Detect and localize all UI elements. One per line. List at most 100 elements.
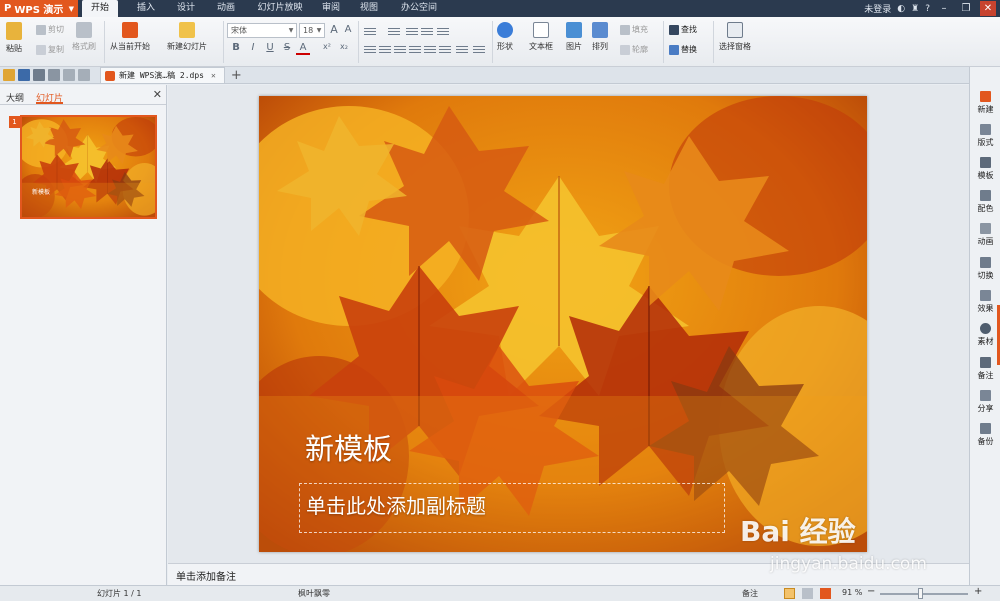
text-direction-icon[interactable] (439, 44, 451, 54)
new-tab-button[interactable]: + (231, 68, 242, 83)
sorter-view-icon[interactable] (802, 588, 813, 599)
preview-icon[interactable] (48, 69, 60, 81)
notes-toggle[interactable]: 备注 (742, 588, 758, 599)
subtitle-placeholder[interactable]: 单击此处添加副标题 (299, 483, 725, 533)
close-tab-icon[interactable]: ✕ (211, 71, 216, 80)
slideshow-view-icon[interactable] (820, 588, 831, 599)
play-from-current-button[interactable]: 从当前开始 (110, 22, 150, 52)
sidebar-item-notes[interactable]: 备注 (970, 357, 1000, 381)
superscript-icon[interactable]: x² (320, 42, 334, 51)
fill-button[interactable]: 填充 (620, 24, 648, 35)
tab-outline[interactable]: 大纲 (6, 91, 24, 104)
italic-button[interactable]: I (246, 42, 260, 53)
find-button[interactable]: 查找 (669, 24, 697, 35)
sidebar-item-animation[interactable]: 动画 (970, 223, 1000, 247)
copy-button[interactable]: 复制 (36, 44, 64, 55)
bullets-icon[interactable] (364, 26, 376, 36)
vertical-align-icon[interactable] (473, 44, 485, 54)
help-button[interactable]: ? (925, 4, 930, 14)
save-icon[interactable] (18, 69, 30, 81)
indent-decrease-icon[interactable] (406, 26, 418, 36)
zoom-slider-thumb[interactable] (918, 588, 923, 599)
tab-view[interactable]: 视图 (350, 0, 388, 17)
sidebar-label-new: 新建 (977, 105, 994, 114)
font-name-select[interactable]: 宋体 ▼ (227, 23, 297, 38)
sidebar-label-template: 模板 (977, 171, 994, 180)
format-painter-button[interactable]: 格式刷 (72, 22, 96, 52)
tab-design[interactable]: 设计 (166, 0, 206, 17)
line-spacing-icon[interactable] (437, 26, 449, 36)
textbox-button[interactable]: 文本框 (529, 22, 553, 52)
columns-icon[interactable] (456, 44, 468, 54)
tab-slideshow[interactable]: 幻灯片放映 (250, 0, 310, 17)
sidebar-item-materials[interactable]: 素材 (970, 323, 1000, 347)
justify-icon[interactable] (409, 44, 421, 54)
zoom-slider-track[interactable] (880, 593, 968, 595)
tab-start[interactable]: 开始 (82, 0, 118, 17)
cut-button[interactable]: 剪切 (36, 24, 64, 35)
tab-slides[interactable]: 幻灯片 (36, 91, 64, 104)
copy-icon (36, 44, 46, 55)
close-panel-icon[interactable]: ✕ (153, 88, 162, 101)
numbering-icon[interactable] (388, 26, 400, 36)
paste-button[interactable]: 粘贴 (6, 22, 22, 54)
outline-label: 轮廓 (632, 45, 648, 54)
normal-view-icon[interactable] (784, 588, 795, 599)
grow-font-icon[interactable]: A (327, 23, 341, 36)
zoom-level[interactable]: 91 % (842, 588, 862, 597)
slide[interactable]: 新模板 单击此处添加副标题 (259, 96, 867, 552)
tab-insert[interactable]: 插入 (126, 0, 166, 17)
slide-title[interactable]: 新模板 (305, 426, 392, 468)
sidebar-item-new[interactable]: 新建 (970, 91, 1000, 115)
shrink-font-icon[interactable]: A (341, 24, 355, 35)
selection-pane-button[interactable]: 选择窗格 (719, 22, 751, 52)
align-right-icon[interactable] (394, 44, 406, 54)
zoom-out-button[interactable]: − (867, 586, 875, 597)
tab-office-space[interactable]: 办公空间 (392, 0, 446, 17)
sidebar-item-effects[interactable]: 效果 (970, 290, 1000, 314)
document-tab[interactable]: 新建 WPS演…稿 2.dps ✕ (100, 67, 225, 83)
font-color-icon[interactable]: A (296, 42, 310, 55)
outline-button[interactable]: 轮廓 (620, 44, 648, 55)
indent-increase-icon[interactable] (421, 26, 433, 36)
tab-review[interactable]: 审阅 (312, 0, 350, 17)
redo-icon[interactable] (78, 69, 90, 81)
replace-button[interactable]: 替换 (669, 44, 697, 55)
layout-icon (980, 124, 991, 135)
arrange-button[interactable]: 排列 (592, 22, 608, 52)
close-button[interactable]: ✕ (980, 1, 996, 16)
sidebar-item-color[interactable]: 配色 (970, 190, 1000, 214)
align-left-icon[interactable] (364, 44, 376, 54)
new-slide-button[interactable]: 新建幻灯片 (167, 22, 207, 52)
sidebar-item-share[interactable]: 分享 (970, 390, 1000, 414)
shape-button[interactable]: 形状 (497, 22, 513, 52)
sidebar-item-backup[interactable]: 备份 (970, 423, 1000, 447)
distribute-icon[interactable] (424, 44, 436, 54)
bold-button[interactable]: B (229, 42, 243, 53)
shirt-icon[interactable]: ♜ (911, 4, 919, 14)
undo-icon[interactable] (63, 69, 75, 81)
skin-icon[interactable]: ◐ (897, 4, 905, 14)
font-size-select[interactable]: 18 ▼ (299, 23, 325, 38)
slide-canvas: 新模板 单击此处添加副标题 (168, 85, 969, 563)
theme-name[interactable]: 枫叶飘零 (298, 588, 330, 599)
print-icon[interactable] (33, 69, 45, 81)
align-center-icon[interactable] (379, 44, 391, 54)
picture-button[interactable]: 图片 (566, 22, 582, 52)
tab-animation[interactable]: 动画 (206, 0, 246, 17)
app-menu-button[interactable]: P WPS 演示 ▼ (0, 0, 78, 17)
picture-icon (566, 22, 582, 38)
slide-thumbnail[interactable]: 新模板 (20, 115, 157, 219)
strike-button[interactable]: S (280, 42, 294, 53)
paste-label: 粘贴 (6, 44, 22, 53)
login-link[interactable]: 未登录 (864, 2, 891, 15)
sidebar-item-transition[interactable]: 切换 (970, 257, 1000, 281)
open-icon[interactable] (3, 69, 15, 81)
subscript-icon[interactable]: x₂ (337, 42, 351, 51)
minimize-button[interactable]: – (936, 1, 952, 16)
zoom-in-button[interactable]: + (974, 586, 982, 597)
sidebar-item-template[interactable]: 模板 (970, 157, 1000, 181)
restore-button[interactable]: ❐ (958, 1, 974, 16)
underline-button[interactable]: U (263, 42, 277, 53)
sidebar-item-layout[interactable]: 版式 (970, 124, 1000, 148)
